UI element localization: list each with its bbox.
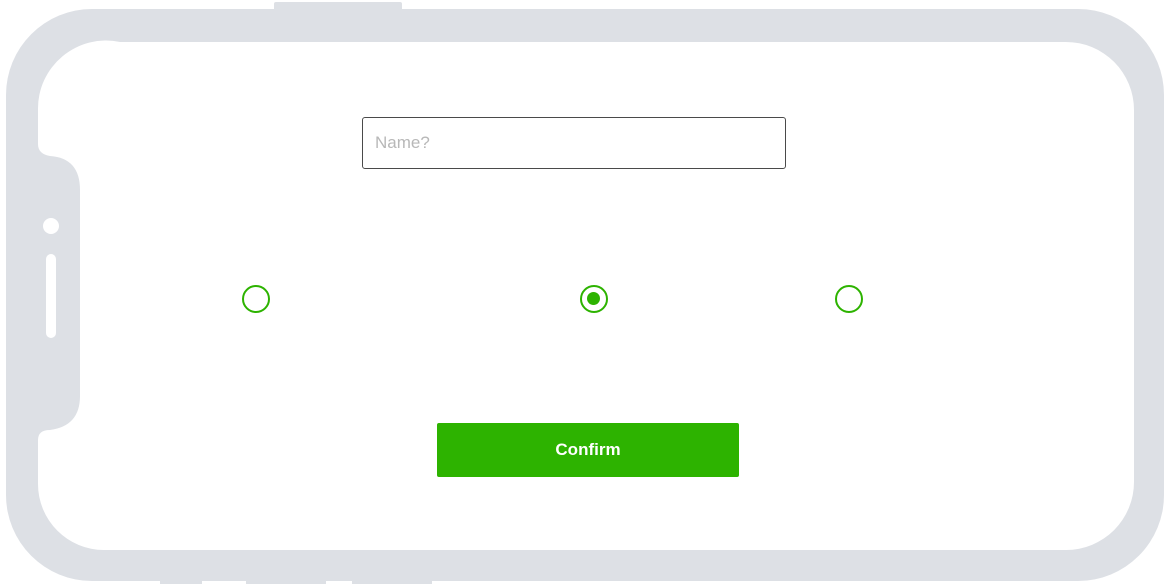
name-input[interactable] bbox=[362, 117, 786, 169]
option-radio-1[interactable] bbox=[242, 285, 270, 313]
speaker-slot bbox=[46, 254, 56, 338]
app-screen: Confirm bbox=[80, 42, 1134, 550]
camera-dot bbox=[43, 218, 59, 234]
option-radio-3[interactable] bbox=[835, 285, 863, 313]
option-radio-2[interactable] bbox=[580, 285, 608, 313]
phone-frame: Confirm bbox=[0, 0, 1167, 584]
confirm-button[interactable]: Confirm bbox=[437, 423, 739, 477]
